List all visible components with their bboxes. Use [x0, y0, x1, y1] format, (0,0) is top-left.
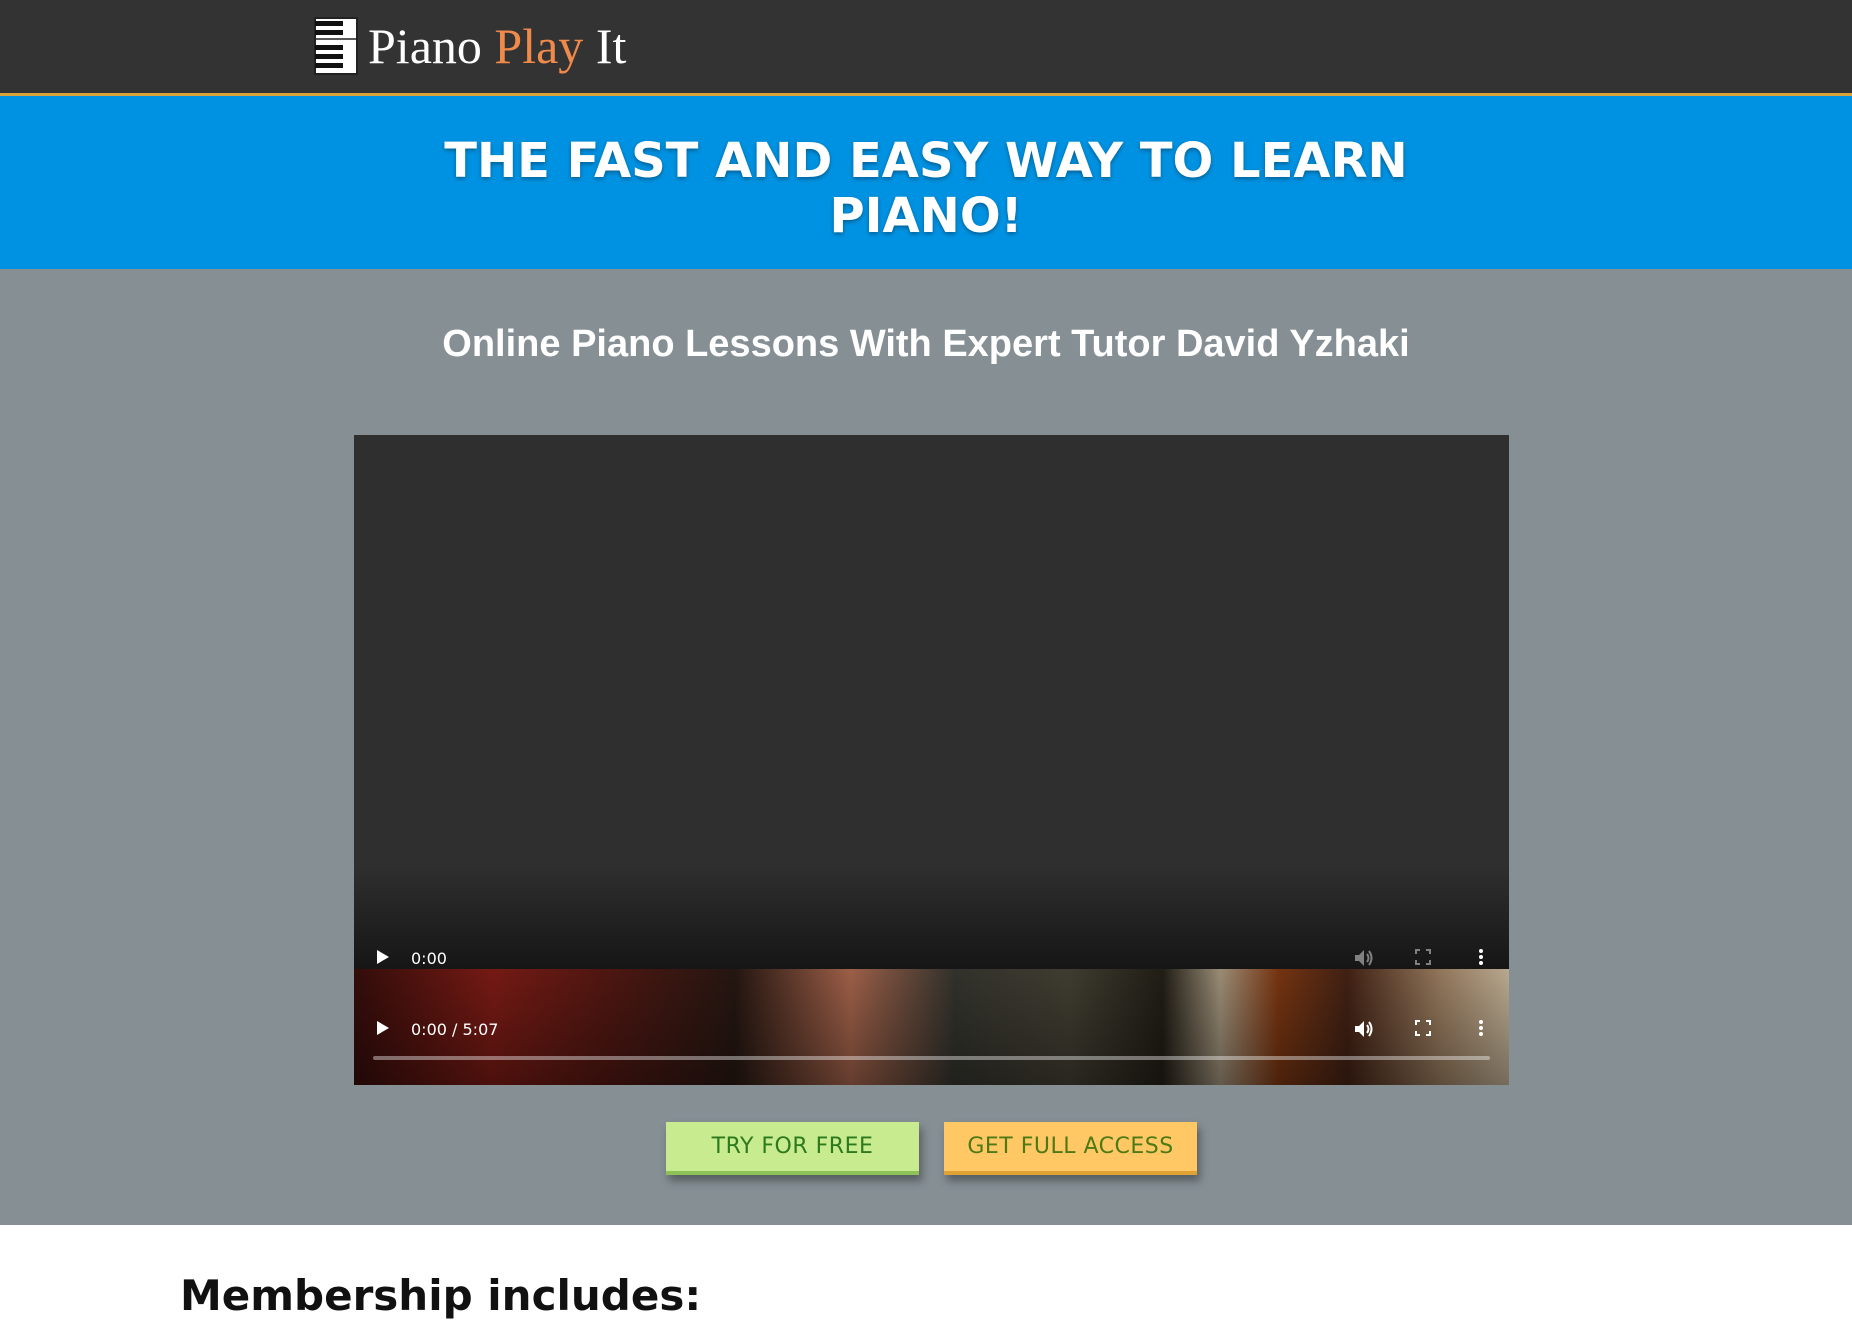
try-for-free-button[interactable]: TRY FOR FREE	[666, 1122, 919, 1175]
hero-title: THE FAST AND EASY WAY TO LEARN PIANO!	[426, 134, 1426, 244]
fullscreen-icon[interactable]	[1415, 1020, 1431, 1036]
get-full-access-button[interactable]: GET FULL ACCESS	[944, 1122, 1197, 1175]
more-options-icon[interactable]	[1478, 948, 1484, 966]
piano-keys-icon	[314, 17, 358, 75]
membership-heading: Membership includes:	[180, 1271, 702, 1320]
current-time-overlay: 0:00	[411, 949, 447, 968]
site-logo[interactable]: Piano Play It	[314, 16, 626, 76]
logo-word-play: Play	[494, 18, 584, 74]
fullscreen-icon[interactable]	[1415, 949, 1431, 965]
video-progress-bar[interactable]	[373, 1056, 1490, 1060]
volume-icon[interactable]	[1353, 948, 1375, 968]
page-subtitle: Online Piano Lessons With Expert Tutor D…	[442, 323, 1410, 365]
logo-word-piano: Piano	[368, 18, 482, 74]
logo-word-it: It	[595, 18, 627, 74]
hero-title-line-1: THE FAST AND EASY WAY TO LEARN	[444, 133, 1408, 189]
logo-wordmark: Piano Play It	[368, 21, 626, 71]
video-poster-shade	[354, 969, 1509, 1085]
more-options-icon[interactable]	[1478, 1019, 1484, 1037]
play-icon[interactable]	[376, 1020, 390, 1036]
video-controls-gradient	[354, 865, 1509, 970]
video-player[interactable]: 0:00 0:00 / 5:07	[354, 435, 1509, 1085]
play-icon[interactable]	[376, 949, 390, 965]
intro-section: Online Piano Lessons With Expert Tutor D…	[0, 269, 1852, 1225]
hero-banner: THE FAST AND EASY WAY TO LEARN PIANO!	[0, 96, 1852, 269]
site-header: Piano Play It	[0, 0, 1852, 96]
volume-icon[interactable]	[1353, 1019, 1375, 1039]
time-display: 0:00 / 5:07	[411, 1020, 499, 1039]
hero-title-line-2: PIANO!	[829, 188, 1023, 244]
